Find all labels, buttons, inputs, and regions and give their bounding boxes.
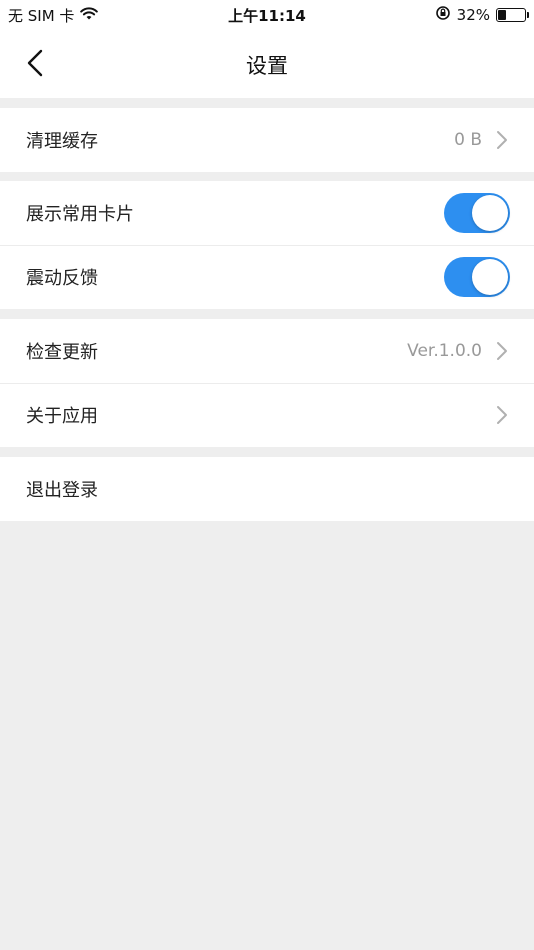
show-cards-toggle[interactable] [444,193,510,233]
chevron-left-icon [27,49,43,77]
settings-group-display: 展示常用卡片 震动反馈 [0,181,534,309]
vibration-toggle[interactable] [444,257,510,297]
chevron-right-icon [497,342,507,360]
back-button[interactable] [14,43,54,83]
about-app-row[interactable]: 关于应用 [0,383,534,447]
about-app-label: 关于应用 [26,406,98,427]
logout-row[interactable]: 退出登录 [0,457,534,521]
vibration-row: 震动反馈 [0,245,534,309]
check-update-label: 检查更新 [26,342,98,363]
check-update-row[interactable]: 检查更新 Ver.1.0.0 [0,319,534,383]
settings-group-app: 检查更新 Ver.1.0.0 关于应用 [0,319,534,447]
page-title: 设置 [246,54,288,78]
cache-size-value: 0 B [454,130,482,150]
battery-fill [498,10,506,20]
battery-percent: 32% [456,6,490,24]
show-cards-row: 展示常用卡片 [0,181,534,245]
nav-bar: 设置 [0,28,534,98]
vibration-label: 震动反馈 [26,268,98,289]
rotation-lock-icon [435,5,451,25]
toggle-knob [472,259,508,295]
clear-cache-right: 0 B [454,130,508,150]
toggle-knob [472,195,508,231]
battery-icon [496,8,529,22]
status-bar: 无 SIM 卡 上午11:14 32% [0,0,534,28]
logout-label: 退出登录 [26,480,98,501]
about-app-right [496,405,508,425]
chevron-right-icon [497,131,507,149]
check-update-right: Ver.1.0.0 [407,341,508,361]
settings-group-cache: 清理缓存 0 B [0,108,534,172]
clear-cache-label: 清理缓存 [26,131,98,152]
show-cards-label: 展示常用卡片 [26,204,134,225]
clear-cache-row[interactable]: 清理缓存 0 B [0,108,534,172]
version-value: Ver.1.0.0 [407,341,482,361]
status-right: 32% [435,5,529,25]
settings-group-account: 退出登录 [0,457,534,521]
chevron-right-icon [497,406,507,424]
